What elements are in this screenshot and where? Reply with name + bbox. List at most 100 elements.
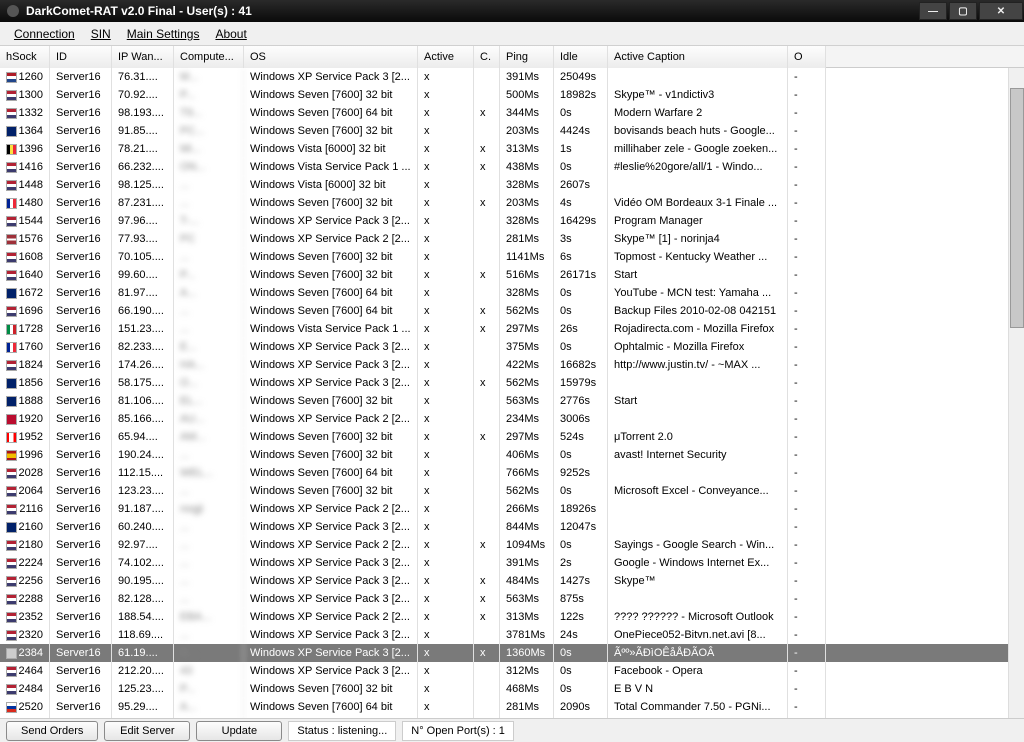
- cell-c: x: [474, 140, 500, 158]
- cell-active: x: [418, 356, 474, 374]
- table-row[interactable]: 1856Server1658.175....O...Windows XP Ser…: [0, 374, 1024, 392]
- send-orders-button[interactable]: Send Orders: [6, 721, 98, 741]
- col-caption[interactable]: Active Caption: [608, 46, 788, 68]
- cell-os: Windows XP Service Pack 3 [2...: [244, 518, 418, 536]
- cell-active: x: [418, 140, 474, 158]
- col-ping[interactable]: Ping: [500, 46, 554, 68]
- table-row[interactable]: 1696Server1666.190.......Windows Seven […: [0, 302, 1024, 320]
- col-c[interactable]: C.: [474, 46, 500, 68]
- flag-icon: [6, 180, 17, 191]
- menu-about[interactable]: About: [207, 24, 254, 44]
- cell-o: -: [788, 320, 826, 338]
- menu-main-settings[interactable]: Main Settings: [119, 24, 208, 44]
- table-row[interactable]: 2224Server1674.102.......Windows XP Serv…: [0, 554, 1024, 572]
- table-row[interactable]: 1544Server1697.96....T-...Windows XP Ser…: [0, 212, 1024, 230]
- table-row[interactable]: 2288Server1682.128.......Windows XP Serv…: [0, 590, 1024, 608]
- cell-os: Windows XP Service Pack 2 [2...: [244, 536, 418, 554]
- table-row[interactable]: 2256Server1690.195.......Windows XP Serv…: [0, 572, 1024, 590]
- col-active[interactable]: Active: [418, 46, 474, 68]
- cell-caption: Topmost - Kentucky Weather ...: [608, 248, 788, 266]
- table-row[interactable]: 1448Server1698.125.......Windows Vista […: [0, 176, 1024, 194]
- col-idle[interactable]: Idle: [554, 46, 608, 68]
- cell-ping: 438Ms: [500, 158, 554, 176]
- table-row[interactable]: 1888Server1681.106....EL...Windows Seven…: [0, 392, 1024, 410]
- table-row[interactable]: 1300Server1670.92....P...Windows Seven […: [0, 86, 1024, 104]
- table-row[interactable]: 1824Server16174.26....HA...Windows XP Se…: [0, 356, 1024, 374]
- table-row[interactable]: 1672Server1681.97....A...Windows Seven […: [0, 284, 1024, 302]
- table-row[interactable]: 1480Server1687.231.......Windows Seven […: [0, 194, 1024, 212]
- table-row[interactable]: 2064Server16123.23.......Windows Seven […: [0, 482, 1024, 500]
- col-os[interactable]: OS: [244, 46, 418, 68]
- cell-hsock: 1952: [0, 428, 50, 446]
- col-ip[interactable]: IP Wan...: [112, 46, 174, 68]
- cell-os: Windows XP Service Pack 3 [2...: [244, 590, 418, 608]
- cell-caption: Skype™ [1] - norinja4: [608, 230, 788, 248]
- cell-id: Server16: [50, 446, 112, 464]
- cell-idle: 0s: [554, 338, 608, 356]
- cell-c: [474, 338, 500, 356]
- table-row[interactable]: 2180Server1692.97.......Windows XP Servi…: [0, 536, 1024, 554]
- table-row[interactable]: 2352Server16188.54....EBA...Windows XP S…: [0, 608, 1024, 626]
- cell-id: Server16: [50, 518, 112, 536]
- cell-idle: 3006s: [554, 410, 608, 428]
- cell-id: Server16: [50, 536, 112, 554]
- table-row[interactable]: 1760Server1682.233....E...Windows XP Ser…: [0, 338, 1024, 356]
- cell-active: x: [418, 446, 474, 464]
- table-row[interactable]: 1640Server1699.60....P...Windows Seven […: [0, 266, 1024, 284]
- cell-active: x: [418, 86, 474, 104]
- cell-c: x: [474, 572, 500, 590]
- table-row[interactable]: 1576Server1677.93....PCWindows XP Servic…: [0, 230, 1024, 248]
- cell-ping: 563Ms: [500, 590, 554, 608]
- maximize-button[interactable]: ▢: [949, 2, 977, 20]
- scroll-thumb[interactable]: [1010, 88, 1024, 328]
- table-row[interactable]: 1952Server1665.94....AM...Windows Seven …: [0, 428, 1024, 446]
- table-row[interactable]: 1728Server16151.23.......Windows Vista S…: [0, 320, 1024, 338]
- table-row[interactable]: 1396Server1678.21....Mi...Windows Vista …: [0, 140, 1024, 158]
- table-row[interactable]: 1608Server1670.105.......Windows Seven […: [0, 248, 1024, 266]
- col-compute[interactable]: Compute...: [174, 46, 244, 68]
- cell-active: x: [418, 320, 474, 338]
- table-row[interactable]: 1920Server1685.166....AU...Windows XP Se…: [0, 410, 1024, 428]
- col-id[interactable]: ID: [50, 46, 112, 68]
- minimize-button[interactable]: —: [919, 2, 947, 20]
- table-row[interactable]: 1416Server1666.232....ON...Windows Vista…: [0, 158, 1024, 176]
- cell-ping: 1094Ms: [500, 536, 554, 554]
- col-o[interactable]: O: [788, 46, 826, 68]
- cell-idle: 26171s: [554, 266, 608, 284]
- cell-idle: 24s: [554, 626, 608, 644]
- cell-id: Server16: [50, 302, 112, 320]
- update-button[interactable]: Update: [196, 721, 282, 741]
- cell-caption: Total Commander 7.50 - PGNi...: [608, 698, 788, 716]
- cell-computer: AU...: [174, 410, 244, 428]
- flag-icon: [6, 414, 17, 425]
- cell-ip: 76.31....: [112, 68, 174, 86]
- table-row[interactable]: 1996Server16190.24.......Windows Seven […: [0, 446, 1024, 464]
- table-row[interactable]: 2160Server1660.240.......Windows XP Serv…: [0, 518, 1024, 536]
- close-button[interactable]: ✕: [979, 2, 1023, 20]
- table-row[interactable]: 2028Server16112.15....WEL...Windows Seve…: [0, 464, 1024, 482]
- flag-icon: [6, 378, 17, 389]
- cell-os: Windows Seven [7600] 32 bit: [244, 194, 418, 212]
- vertical-scrollbar[interactable]: [1008, 68, 1024, 718]
- table-row[interactable]: 2464Server16212.20....43Windows XP Servi…: [0, 662, 1024, 680]
- cell-ip: 125.23....: [112, 680, 174, 698]
- table-row[interactable]: 2320Server16118.69.......Windows XP Serv…: [0, 626, 1024, 644]
- cell-computer: T9...: [174, 104, 244, 122]
- edit-server-button[interactable]: Edit Server: [104, 721, 190, 741]
- menu-connection[interactable]: Connection: [6, 24, 83, 44]
- cell-os: Windows XP Service Pack 3 [2...: [244, 662, 418, 680]
- table-row[interactable]: 1332Server1698.193....T9...Windows Seven…: [0, 104, 1024, 122]
- table-row[interactable]: 1364Server1691.85....PC...Windows Seven …: [0, 122, 1024, 140]
- table-row[interactable]: 2520Server1695.29....A...Windows Seven […: [0, 698, 1024, 716]
- cell-caption: millihaber zele - Google zoeken...: [608, 140, 788, 158]
- client-grid[interactable]: hSock ID IP Wan... Compute... OS Active …: [0, 46, 1024, 718]
- menu-sin[interactable]: SIN: [83, 24, 119, 44]
- table-row[interactable]: 2484Server16125.23....P...Windows Seven …: [0, 680, 1024, 698]
- table-row[interactable]: 2116Server1691.187....nogjiWindows XP Se…: [0, 500, 1024, 518]
- table-row[interactable]: 2384Server1661.19....S...Windows XP Serv…: [0, 644, 1024, 662]
- cell-hsock: 1640: [0, 266, 50, 284]
- cell-ping: 562Ms: [500, 374, 554, 392]
- cell-o: -: [788, 500, 826, 518]
- table-row[interactable]: 1260Server1676.31....M...Windows XP Serv…: [0, 68, 1024, 86]
- col-hsock[interactable]: hSock: [0, 46, 50, 68]
